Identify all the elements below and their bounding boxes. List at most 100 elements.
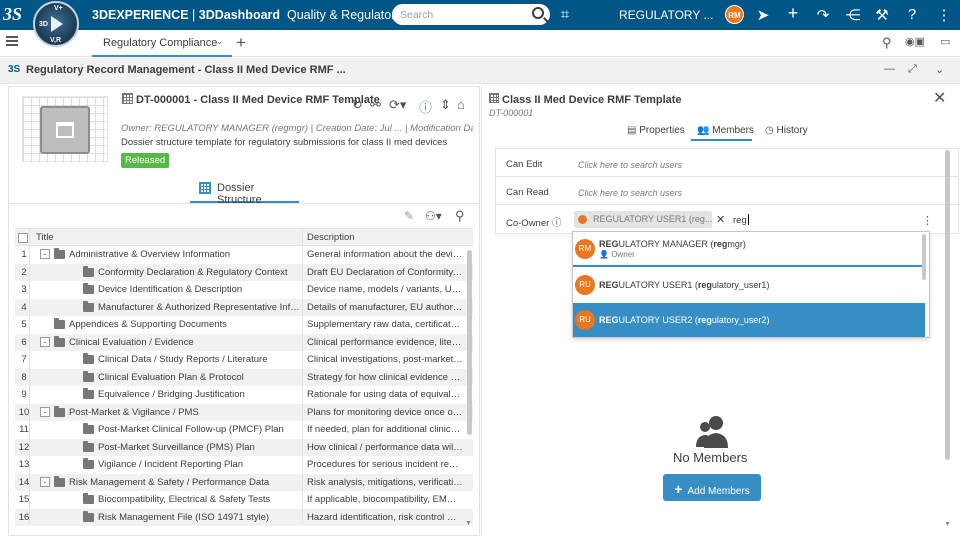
chevron-down-icon[interactable]: ⌄ xyxy=(216,36,224,47)
co-owner-label: Co-Owner ⓘ xyxy=(506,215,561,229)
row-description: Device name, models / variants, UDI / ba… xyxy=(307,284,463,295)
info-icon[interactable]: ⓘ xyxy=(552,218,562,229)
co-owner-input[interactable]: reg xyxy=(733,214,749,226)
user-avatar[interactable]: RM xyxy=(725,5,744,24)
dropdown-scrollbar[interactable] xyxy=(922,234,926,280)
more-icon[interactable]: ⋮ xyxy=(934,6,954,24)
collapse-icon[interactable]: - xyxy=(40,406,50,417)
row-title: Conformity Declaration & Regulatory Cont… xyxy=(98,266,288,278)
toggle-icon[interactable]: ◉▣ xyxy=(905,35,925,48)
scroll-down-icon[interactable]: ▼ xyxy=(465,520,472,527)
table-row[interactable]: 11 Post-Market Clinical Follow-up (PMCF) … xyxy=(15,421,473,439)
dassault-logo-icon: 3S xyxy=(3,4,23,24)
table-row[interactable]: 1 - Administrative & Overview Information G… xyxy=(15,246,473,264)
close-icon[interactable]: ✕ xyxy=(933,88,946,108)
tab-properties[interactable]: ▤ Properties xyxy=(627,125,685,136)
table-row[interactable]: 9 Equivalence / Bridging Justification Rat… xyxy=(15,386,473,404)
add-members-button[interactable]: + Add Members xyxy=(663,474,761,501)
table-row[interactable]: 16 Risk Management File (ISO 14971 style)… xyxy=(15,508,473,526)
scroll-down-icon[interactable]: ▼ xyxy=(944,521,951,528)
table-row[interactable]: 12 Post-Market Surveillance (PMS) Plan How… xyxy=(15,438,473,456)
row-title: Clinical Evaluation / Evidence xyxy=(69,336,194,348)
link-icon[interactable]: ⚯ xyxy=(370,97,381,113)
refresh-icon[interactable]: ↻ xyxy=(352,97,363,113)
network-icon[interactable]: ⋲ xyxy=(843,6,863,24)
maximize-icon[interactable]: ⤢ xyxy=(908,63,917,76)
share-icon[interactable]: ↷ xyxy=(813,6,833,24)
add-icon[interactable]: + xyxy=(783,3,803,24)
chevron-down-icon[interactable]: ⌄ xyxy=(935,63,944,76)
more-icon[interactable]: ⋮ xyxy=(922,214,933,227)
tag-icon[interactable]: ⌗ xyxy=(555,6,575,23)
chat-icon[interactable]: ▭ xyxy=(940,35,950,48)
folder-icon xyxy=(54,248,65,259)
folder-icon xyxy=(83,388,94,399)
collaborate-icon[interactable]: ➤ xyxy=(753,6,773,24)
tab-label: Members xyxy=(712,125,754,136)
brand-name: 3DEXPERIENCE xyxy=(92,8,189,22)
minimize-icon[interactable]: — xyxy=(884,63,895,75)
folder-icon xyxy=(83,510,94,522)
table-row[interactable]: 10- Post-Market & Vigilance / PMS Plans fo… xyxy=(15,403,473,421)
table-scrollbar[interactable] xyxy=(467,250,472,435)
can-read-input[interactable]: Click here to search users xyxy=(578,188,682,198)
remove-chip-icon[interactable]: ✕ xyxy=(716,213,725,226)
row-number: 12 xyxy=(18,441,30,453)
table-row[interactable]: 13 Vigilance / Incident Reporting Plan Pro… xyxy=(15,456,473,474)
folder-icon xyxy=(83,493,94,504)
row-title: Risk Management & Safety / Performance D… xyxy=(69,476,270,488)
search-icon[interactable]: ⚲ xyxy=(455,208,465,224)
applications-icon[interactable]: ⚒ xyxy=(872,6,892,24)
match-text: reg xyxy=(697,280,712,290)
collapse-icon[interactable]: - xyxy=(40,249,50,259)
add-tab-button[interactable]: + xyxy=(236,33,246,53)
collapse-icon[interactable]: - xyxy=(40,336,50,347)
header-title[interactable]: Title xyxy=(36,232,294,243)
select-all-checkbox[interactable] xyxy=(18,233,28,243)
edit-icon[interactable]: ✎ xyxy=(404,209,414,223)
table-row[interactable]: 3 Device Identification & Description Devi… xyxy=(15,281,473,299)
search-icon[interactable] xyxy=(532,7,544,19)
app-name: Quality & Regulatory xyxy=(287,8,402,22)
home-icon[interactable]: ⌂ xyxy=(457,97,465,112)
can-edit-input[interactable]: Click here to search users xyxy=(578,160,682,170)
can-read-label: Can Read xyxy=(506,187,549,198)
search-input[interactable]: Search xyxy=(392,4,550,25)
table-row[interactable]: 4 Manufacturer & Authorized Representativ… xyxy=(15,298,473,316)
menu-icon[interactable] xyxy=(6,36,18,46)
table-row[interactable]: 14- Risk Management & Safety / Performanc… xyxy=(15,473,473,491)
tab-regulatory-compliance[interactable]: Regulatory Compliance ⌄ xyxy=(92,30,232,57)
table-row[interactable]: 6 - Clinical Evaluation / Evidence Clinical… xyxy=(15,333,473,351)
structure-icon[interactable]: ⚇▾ xyxy=(425,209,442,223)
suggestion-item[interactable]: RU REGULATORY USER1 (regulatory_user1) xyxy=(573,268,925,303)
suggestion-item-selected[interactable]: RU REGULATORY USER2 (regulatory_user2) xyxy=(573,303,925,337)
username[interactable]: REGULATORY ... xyxy=(619,8,713,22)
table-row[interactable]: 7 Clinical Data / Study Reports / Literat… xyxy=(15,351,473,369)
row-title: Biocompatibility, Electrical & Safety Te… xyxy=(98,494,271,505)
compass-icon[interactable]: 3D V+ V,R xyxy=(33,1,79,47)
help-icon[interactable]: ? xyxy=(902,6,922,23)
row-number: 7 xyxy=(21,354,27,365)
expand-icon[interactable]: ⇕ xyxy=(440,97,451,113)
suggestion-name: REGULATORY MANAGER (regmgr) xyxy=(599,239,746,249)
lifecycle-icon[interactable]: ⟳▾ xyxy=(389,97,406,113)
tab-members[interactable]: 👥 Members xyxy=(697,125,754,136)
tab-history[interactable]: ◷ History xyxy=(765,125,808,136)
table-row[interactable]: 15 Biocompatibility, Electrical & Safety … xyxy=(15,491,473,509)
dashboard-name: 3DDashboard xyxy=(198,8,281,22)
user-chip[interactable]: REGULATORY USER1 (reg... xyxy=(574,211,712,228)
table-row[interactable]: 2 Conformity Declaration & Regulatory Con… xyxy=(15,263,473,281)
tab-label: History xyxy=(776,125,808,136)
folder-icon xyxy=(40,106,90,154)
zoom-search-icon[interactable]: ⚲ xyxy=(882,35,892,51)
collapse-icon[interactable]: - xyxy=(40,476,50,487)
tab-dossier-structure[interactable]: Dossier Structure xyxy=(190,176,299,206)
suggestion-item[interactable]: RM REGULATORY MANAGER (regmgr) 👤 Owner xyxy=(573,232,925,267)
panel-scrollbar[interactable] xyxy=(945,150,950,460)
table-row[interactable]: 5 Appendices & Supporting Documents Supple… xyxy=(15,316,473,334)
status-badge: Released xyxy=(121,153,170,168)
info-icon[interactable]: ⓘ xyxy=(419,97,432,116)
compass-label-bottom: V,R xyxy=(50,37,62,44)
table-row[interactable]: 8 Clinical Evaluation Plan & Protocol Stra… xyxy=(15,368,473,386)
header-description[interactable]: Description xyxy=(307,232,463,243)
